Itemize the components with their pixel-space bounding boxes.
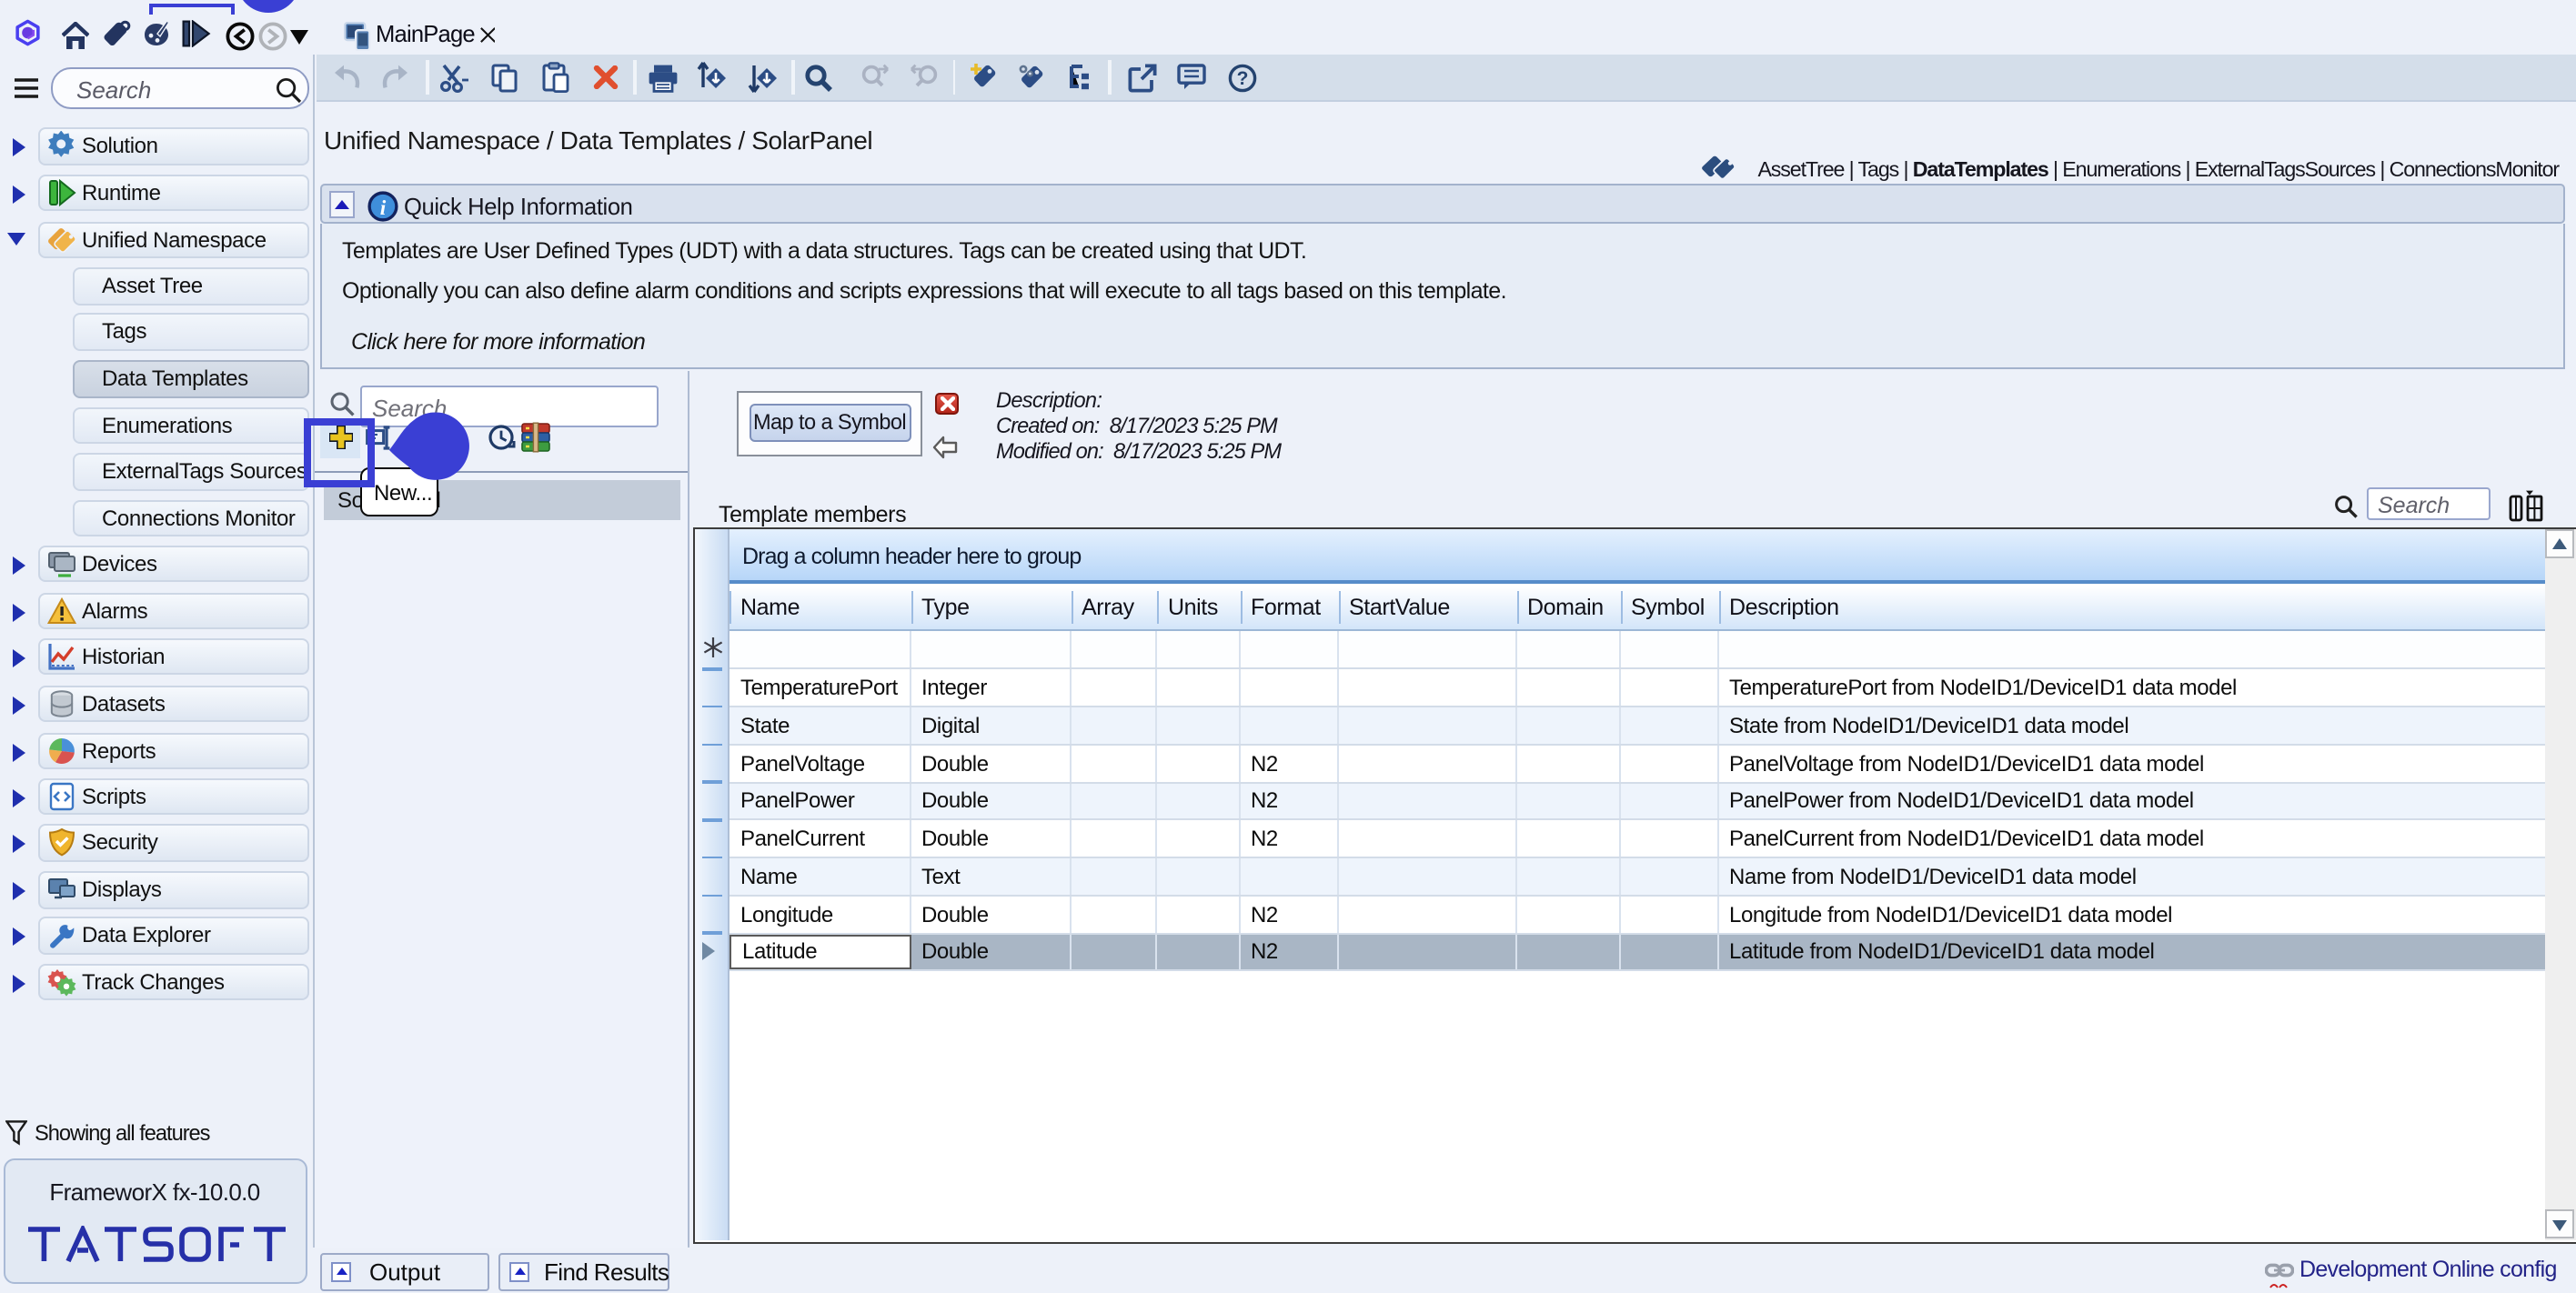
svg-text:?: ? xyxy=(1237,68,1249,89)
svg-text:i: i xyxy=(380,195,387,219)
